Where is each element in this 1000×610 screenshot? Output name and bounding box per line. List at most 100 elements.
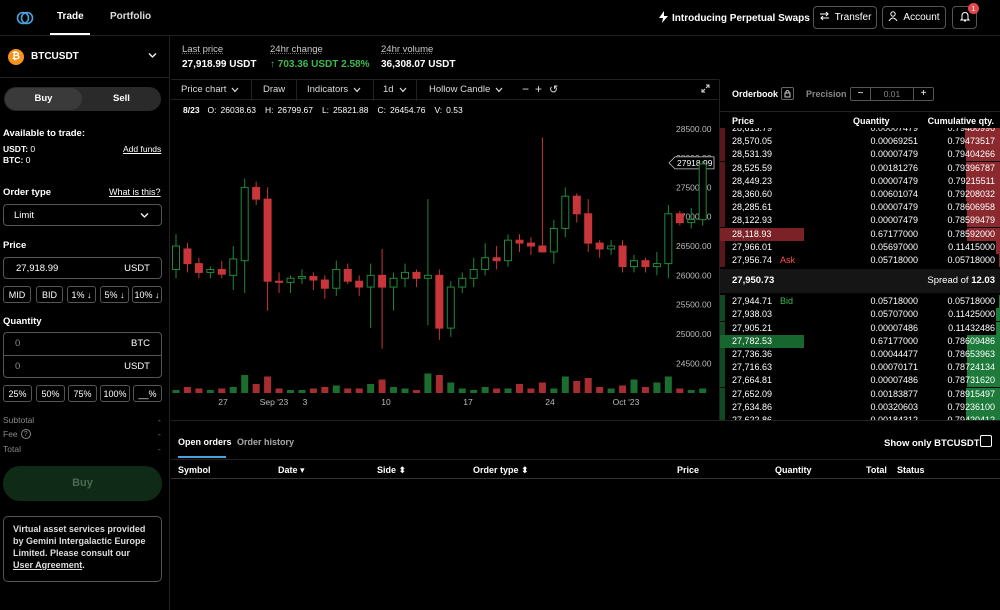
tab-open-orders[interactable]: Open orders — [178, 437, 232, 447]
order-type-select[interactable]: Limit — [3, 204, 162, 226]
candle-body[interactable] — [469, 268, 478, 279]
price-5pct-chip[interactable]: 5% ↓ — [100, 286, 129, 303]
candle-body[interactable] — [549, 227, 558, 253]
candle-body[interactable] — [286, 277, 295, 283]
candle-body[interactable] — [687, 219, 696, 224]
bid-row[interactable]: 27,664.81 0.00007486 0.78731620 — [720, 374, 1000, 388]
col-date[interactable]: Date ▾ — [278, 465, 305, 476]
ask-row[interactable]: 28,570.05 0.00069251 0.79473517 — [720, 135, 1000, 149]
candle-body[interactable] — [343, 268, 352, 282]
candle-body[interactable] — [309, 276, 318, 281]
candle-body[interactable] — [366, 274, 375, 288]
candle-body[interactable] — [389, 277, 398, 288]
transfer-button[interactable]: Transfer — [813, 6, 877, 29]
nav-tab-trade[interactable]: Trade — [57, 11, 84, 22]
price-chart-dropdown[interactable]: Price chart — [181, 84, 239, 95]
candle-body[interactable] — [252, 186, 261, 200]
candle-body[interactable] — [240, 186, 249, 262]
price-mid-chip[interactable]: MID — [3, 286, 31, 303]
candle-body[interactable] — [584, 213, 593, 244]
candle-body[interactable] — [194, 263, 203, 273]
show-only-pair-checkbox[interactable] — [980, 435, 992, 447]
candle-body[interactable] — [641, 260, 650, 268]
candle-body[interactable] — [355, 280, 364, 288]
fullscreen-icon[interactable] — [701, 84, 710, 96]
user-agreement-link[interactable]: User Agreement — [13, 560, 82, 570]
help-circle-icon[interactable]: ? — [20, 429, 31, 439]
candle-body[interactable] — [664, 213, 673, 265]
candle-body[interactable] — [538, 245, 547, 253]
quantity-50pct-chip[interactable]: 50% — [36, 385, 65, 402]
ask-row[interactable]: 28,118.93 0.67177000 0.78592000 — [720, 227, 1000, 241]
price-bid-chip[interactable]: BID — [36, 286, 63, 303]
buy-toggle[interactable]: Buy — [5, 88, 82, 110]
ask-row[interactable]: 28,449.23 0.00007479 0.79215511 — [720, 174, 1000, 188]
pair-selector[interactable]: ₿ BTCUSDT — [0, 36, 170, 78]
ask-row[interactable]: 28,613.79 0.00007479 0.79480996 — [720, 128, 1000, 135]
candle-body[interactable] — [229, 258, 238, 276]
candle-body[interactable] — [607, 245, 616, 250]
candle-body[interactable] — [206, 268, 215, 273]
candle-body[interactable] — [412, 271, 421, 279]
sell-toggle[interactable]: Sell — [83, 88, 160, 110]
account-button[interactable]: Account — [882, 6, 946, 29]
candle-body[interactable] — [297, 276, 306, 279]
candle-body[interactable] — [378, 274, 387, 288]
ask-row[interactable]: 28,525.59 0.00181276 0.79396787 — [720, 161, 1000, 175]
add-funds-link[interactable]: Add funds — [123, 144, 161, 154]
quantity-usdt-input[interactable]: 0 USDT — [3, 355, 162, 377]
interval-dropdown[interactable]: 1d — [383, 84, 407, 95]
bid-row[interactable]: 27,944.71 0.05718000 0.05718000 Bid — [720, 295, 1000, 309]
candle-body[interactable] — [172, 245, 180, 270]
col-order-type[interactable]: Order type ⬍ — [473, 465, 529, 476]
candle-type-dropdown[interactable]: Hollow Candle — [429, 84, 503, 95]
price-10pct-chip[interactable]: 10% ↓ — [132, 286, 162, 303]
bid-row[interactable]: 27,782.53 0.67177000 0.78609486 — [720, 334, 1000, 348]
candle-body[interactable] — [481, 257, 490, 270]
candle-body[interactable] — [526, 242, 535, 247]
order-type-help-link[interactable]: What is this? — [109, 187, 161, 197]
candle-body[interactable] — [183, 248, 192, 265]
bid-row[interactable]: 27,634.86 0.00320603 0.79236100 — [720, 400, 1000, 414]
bid-row[interactable]: 27,938.03 0.05707000 0.11425000 — [720, 308, 1000, 322]
candle-body[interactable] — [423, 274, 432, 279]
quantity-75pct-chip[interactable]: 75% — [68, 385, 97, 402]
price-chart[interactable]: 28500.0028000.0027500.0027000.0026500.00… — [171, 120, 718, 420]
promo-link[interactable]: Introducing Perpetual Swaps — [659, 11, 810, 26]
candle-body[interactable] — [561, 195, 570, 229]
lock-icon[interactable] — [781, 87, 794, 100]
candle-body[interactable] — [217, 268, 226, 275]
candle-body[interactable] — [401, 271, 409, 279]
bid-row[interactable]: 27,716.63 0.00070171 0.78724134 — [720, 361, 1000, 375]
candle-body[interactable] — [515, 239, 524, 244]
zoom-in-icon[interactable]: + — [535, 82, 542, 96]
candle-body[interactable] — [572, 195, 581, 215]
ask-row[interactable]: 27,956.74 0.05718000 0.05718000 Ask — [720, 254, 1000, 267]
candle-body[interactable] — [263, 198, 272, 282]
zoom-out-icon[interactable]: − — [522, 82, 529, 96]
reset-chart-icon[interactable]: ↺ — [549, 83, 558, 96]
candle-body[interactable] — [458, 277, 467, 288]
candle-body[interactable] — [504, 239, 513, 262]
quantity-btc-input[interactable]: 0 BTC — [3, 332, 162, 354]
candle-body[interactable] — [435, 274, 444, 329]
col-side[interactable]: Side ⬍ — [377, 465, 406, 476]
candle-body[interactable] — [698, 163, 707, 221]
bid-row[interactable]: 27,905.21 0.00007486 0.11432486 — [720, 321, 1000, 335]
candle-body[interactable] — [675, 213, 684, 224]
tab-order-history[interactable]: Order history — [237, 437, 294, 447]
candle-body[interactable] — [332, 268, 341, 289]
ask-row[interactable]: 27,966.01 0.05697000 0.11415000 — [720, 240, 1000, 254]
candle-body[interactable] — [618, 245, 627, 268]
quantity-custom-pct-chip[interactable]: __% — [133, 385, 162, 402]
indicators-dropdown[interactable]: Indicators — [307, 84, 361, 95]
quantity-25pct-chip[interactable]: 25% — [3, 385, 32, 402]
bid-row[interactable]: 27,652.09 0.00183877 0.78915497 — [720, 387, 1000, 401]
candle-body[interactable] — [630, 260, 638, 268]
submit-buy-button[interactable]: Buy — [3, 466, 162, 501]
price-input[interactable]: 27,918.99 USDT — [3, 257, 162, 279]
gemini-logo-icon[interactable] — [16, 9, 34, 27]
quantity-100pct-chip[interactable]: 100% — [100, 385, 130, 402]
candle-body[interactable] — [320, 279, 329, 289]
draw-button[interactable]: Draw — [263, 84, 285, 95]
